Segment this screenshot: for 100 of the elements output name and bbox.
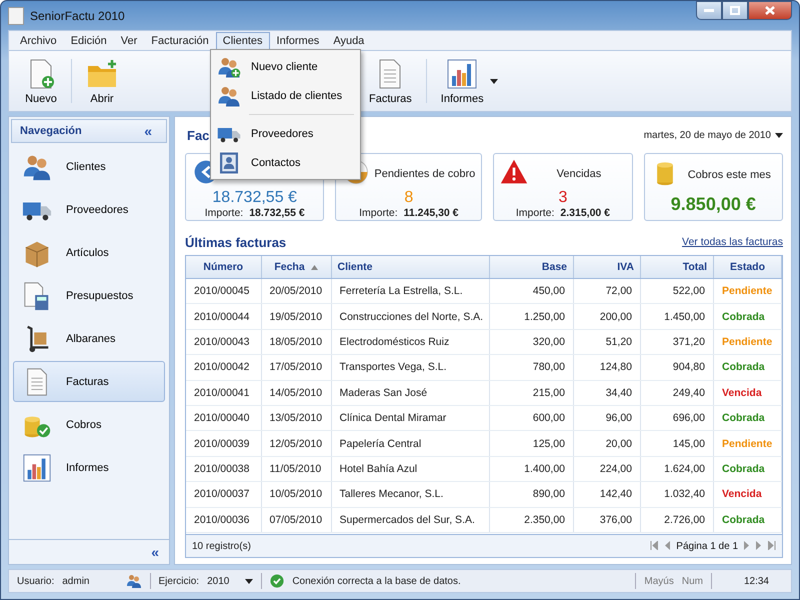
minimize-button[interactable]	[696, 1, 722, 20]
menu-item[interactable]: Informes	[270, 32, 326, 50]
status-cell: Cobrada	[714, 456, 782, 482]
user-name: admin	[62, 576, 90, 586]
table-cell: 2010/00036	[186, 507, 261, 532]
menu-item[interactable]: Clientes	[216, 32, 270, 50]
next-page-icon[interactable]	[756, 540, 762, 552]
nav-item[interactable]: Artículos	[13, 232, 165, 273]
table-cell: 19/05/2010	[261, 304, 331, 330]
table-cell: 18/05/2010	[261, 329, 331, 355]
caret-icon	[245, 578, 254, 584]
caps-indicator: Mayús	[644, 576, 674, 586]
column-header[interactable]: Fecha	[261, 256, 331, 278]
sidebar-title: Navegación	[20, 125, 82, 137]
card-title: Vencidas	[556, 168, 602, 180]
menu-item[interactable]: Edición	[64, 32, 114, 50]
nav-item[interactable]: Clientes	[13, 146, 165, 187]
nav-item[interactable]: Presupuestos	[13, 275, 165, 316]
table-cell: 96,00	[574, 405, 640, 431]
user-label: Usuario:	[17, 576, 54, 586]
bar-chart-icon	[22, 452, 52, 482]
status-cell: Pendiente	[714, 329, 782, 355]
nav-item[interactable]: Cobros	[13, 404, 165, 445]
year-dropdown[interactable]: 2010	[207, 576, 254, 586]
table-cell: 2.726,00	[640, 507, 714, 532]
table-cell: 1.250,00	[490, 304, 574, 330]
date-picker[interactable]: martes, 20 de mayo de 2010	[644, 130, 783, 140]
table-cell: 522,00	[640, 278, 714, 304]
table-cell: Clínica Dental Miramar	[331, 405, 490, 431]
table-cell: Maderas San José	[331, 380, 490, 406]
next-page-icon[interactable]	[744, 540, 750, 552]
amount-label: Importe:	[359, 207, 398, 219]
amount-label: Importe:	[516, 207, 554, 219]
table-cell: 696,00	[640, 405, 714, 431]
toolbar-button[interactable]: Informes	[430, 51, 494, 111]
table-cell: Talleres Mecanor, S.L.	[331, 482, 490, 508]
dropdown-item[interactable]: Listado de clientes	[213, 81, 358, 110]
table-cell: 51,20	[574, 329, 640, 355]
close-button[interactable]	[748, 1, 792, 20]
status-cell: Cobrada	[714, 507, 782, 532]
table-cell: 17/05/2010	[261, 354, 331, 380]
table-cell: 1.400,00	[490, 456, 574, 482]
table-cell: 320,00	[490, 329, 574, 355]
last-page-icon[interactable]	[768, 540, 776, 552]
bar-chart-icon	[446, 58, 478, 90]
contact-card-icon	[217, 150, 241, 174]
page-indicator: Página 1 de 1	[676, 540, 738, 552]
table-cell: 2010/00038	[186, 456, 261, 482]
table-cell: 11/05/2010	[261, 456, 331, 482]
card-value: 18.732,55 €	[211, 189, 298, 207]
toolbar-button[interactable]: Abrir	[76, 51, 128, 111]
dropdown-item[interactable]: Proveedores	[213, 119, 358, 148]
nav-item[interactable]: Informes	[13, 447, 165, 488]
table-cell: 200,00	[574, 304, 640, 330]
status-cell: Cobrada	[714, 405, 782, 431]
card-title: Pendientes de cobro	[374, 168, 476, 180]
column-header[interactable]: Número	[186, 256, 261, 278]
year-label: Ejercicio:	[158, 576, 200, 586]
nav-item[interactable]: Facturas	[13, 361, 165, 402]
table-cell: 904,80	[640, 354, 714, 380]
status-cell: Vencida	[714, 482, 782, 508]
table-cell: 224,00	[574, 456, 640, 482]
table-cell: 2010/00044	[186, 304, 261, 330]
toolbar-button[interactable]: Facturas	[359, 51, 422, 111]
menu-item[interactable]: Archivo	[13, 32, 64, 50]
app-icon	[8, 6, 24, 24]
menu-item[interactable]: Facturación	[144, 32, 216, 50]
table-cell: 07/05/2010	[261, 507, 331, 532]
dropdown-item[interactable]: Nuevo cliente	[213, 52, 358, 81]
table-cell: 124,80	[574, 354, 640, 380]
menu-item[interactable]: Ver	[114, 32, 144, 50]
column-header[interactable]: Cliente	[331, 256, 490, 278]
table-cell: 2010/00041	[186, 380, 261, 406]
nav-item[interactable]: Proveedores	[13, 189, 165, 230]
record-count: 10 registro(s)	[192, 540, 251, 552]
previous-page-icon[interactable]	[664, 540, 670, 552]
table-cell: 2010/00037	[186, 482, 261, 508]
table-cell: 1.624,00	[640, 456, 714, 482]
table-cell: 2010/00043	[186, 329, 261, 355]
collapse-button[interactable]: «	[138, 123, 158, 139]
see-all-link[interactable]: Ver todas las facturas	[682, 236, 783, 248]
menu-item[interactable]: Ayuda	[326, 32, 372, 50]
first-page-icon[interactable]	[650, 540, 658, 552]
column-header[interactable]: IVA	[574, 256, 640, 278]
collapse-button[interactable]: «	[145, 544, 165, 560]
table-cell: Transportes Vega, S.L.	[331, 354, 490, 380]
column-header[interactable]: Estado	[714, 256, 782, 278]
table-cell: 600,00	[490, 405, 574, 431]
table-cell: 450,00	[490, 278, 574, 304]
table-cell: Papelería Central	[331, 430, 490, 456]
users-icon	[126, 573, 142, 589]
maximize-button[interactable]	[722, 1, 748, 20]
dropdown-item[interactable]: Contactos	[213, 148, 358, 177]
window-title: SeniorFactu 2010	[30, 8, 125, 22]
amount-label: Importe:	[204, 207, 244, 219]
toolbar-button[interactable]: Nuevo	[15, 51, 67, 111]
column-header[interactable]: Base	[490, 256, 574, 278]
column-header[interactable]: Total	[640, 256, 714, 278]
table-cell: 72,00	[574, 278, 640, 304]
nav-item[interactable]: Albaranes	[13, 318, 165, 359]
